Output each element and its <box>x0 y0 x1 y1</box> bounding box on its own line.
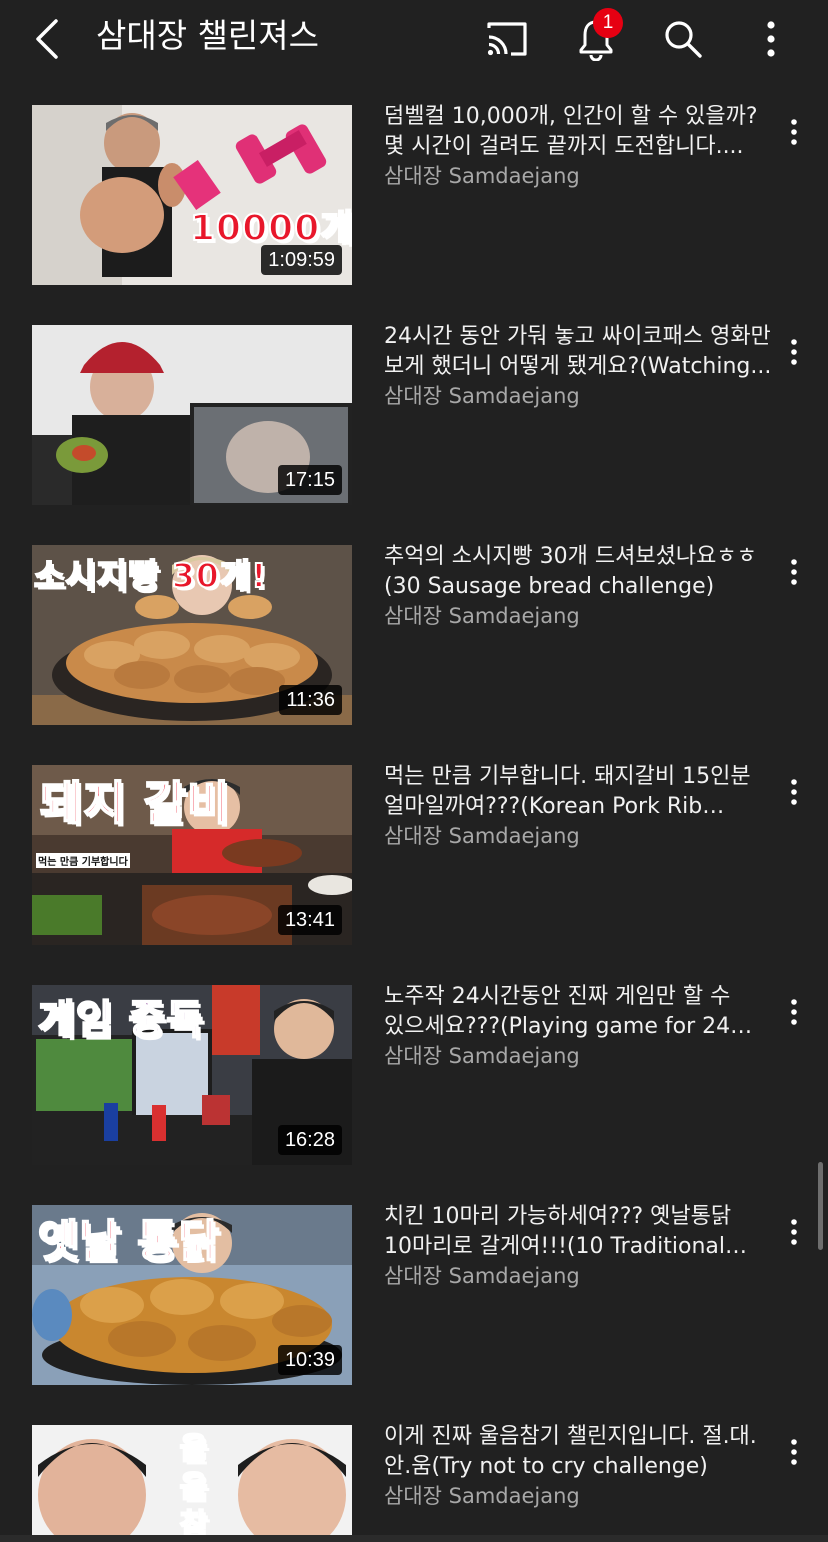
video-title[interactable]: 덤벨컬 10,000개, 인간이 할 수 있을까? 몇 시간이 걸려도 끝까지 … <box>384 102 782 162</box>
video-duration: 16:28 <box>277 1125 342 1155</box>
cast-icon <box>487 22 527 56</box>
thumbnail-text: 소시지빵 30개! <box>33 555 268 596</box>
thumbnail-text: 게임 중독 <box>37 996 205 1044</box>
more-vertical-icon <box>791 559 797 585</box>
video-title[interactable]: 추억의 소시지빵 30개 드셔보셨나요ㅎㅎ (30 Sausage bread … <box>384 542 782 602</box>
more-vertical-icon <box>791 1439 797 1465</box>
more-options-button[interactable] <box>744 12 798 66</box>
channel-name[interactable]: 삼대장 Samdaejang <box>384 602 782 630</box>
channel-name[interactable]: 삼대장 Samdaejang <box>384 1042 782 1070</box>
video-duration: 17:15 <box>277 465 342 495</box>
video-item[interactable]: 옛날 통닭 10:39 치킨 10마리 가능하세여??? 옛날통닭 10마리로 … <box>0 1178 828 1398</box>
video-menu-button[interactable] <box>778 332 810 372</box>
search-icon <box>665 21 702 58</box>
video-title[interactable]: 치킨 10마리 가능하세여??? 옛날통닭 10마리로 갈게여!!!(10 Tr… <box>384 1202 782 1262</box>
video-meta: 덤벨컬 10,000개, 인간이 할 수 있을까? 몇 시간이 걸려도 끝까지 … <box>384 102 782 190</box>
more-vertical-icon <box>791 119 797 145</box>
video-meta: 추억의 소시지빵 30개 드셔보셨나요ㅎㅎ (30 Sausage bread … <box>384 542 782 630</box>
video-title[interactable]: 24시간 동안 가둬 놓고 싸이코패스 영화만 보게 했더니 어떻게 됐게요?(… <box>384 322 782 382</box>
page-title: 삼대장 챌린져스 <box>96 16 320 55</box>
search-button[interactable] <box>656 12 710 66</box>
video-meta: 노주작 24시간동안 진짜 게임만 할 수 있으세요???(Playing ga… <box>384 982 782 1070</box>
more-vertical-icon <box>791 1219 797 1245</box>
video-duration: 13:41 <box>277 905 342 935</box>
video-thumbnail[interactable]: 17:15 <box>32 325 352 505</box>
video-title[interactable]: 노주작 24시간동안 진짜 게임만 할 수 있으세요???(Playing ga… <box>384 982 782 1042</box>
video-item[interactable]: 10000개 1:09:59 덤벨컬 10,000개, 인간이 할 수 있을까?… <box>0 78 828 298</box>
app-bar: 삼대장 챌린져스 1 <box>0 0 828 78</box>
video-thumbnail[interactable]: 10000개 1:09:59 <box>32 105 352 285</box>
video-meta: 이게 진짜 울음참기 챌린지입니다. 절.대.안.움(Try not to cr… <box>384 1422 782 1510</box>
video-meta: 치킨 10마리 가능하세여??? 옛날통닭 10마리로 갈게여!!!(10 Tr… <box>384 1202 782 1290</box>
video-item[interactable]: 울 음 참 이게 진짜 울음참기 챌린지입니다. 절.대.안.움(Try not… <box>0 1398 828 1542</box>
video-meta: 먹는 만큼 기부합니다. 돼지갈비 15인분 얼마일까여???(Korean P… <box>384 762 782 850</box>
video-menu-button[interactable] <box>778 552 810 592</box>
back-arrow-icon <box>36 19 58 59</box>
scrollbar[interactable] <box>818 1162 823 1250</box>
more-vertical-icon <box>791 779 797 805</box>
video-list: 10000개 1:09:59 덤벨컬 10,000개, 인간이 할 수 있을까?… <box>0 78 828 1542</box>
video-menu-button[interactable] <box>778 992 810 1032</box>
thumbnail-text: 울 음 참 <box>179 1431 209 1542</box>
channel-name[interactable]: 삼대장 Samdaejang <box>384 1482 782 1510</box>
channel-name[interactable]: 삼대장 Samdaejang <box>384 1262 782 1290</box>
video-menu-button[interactable] <box>778 772 810 812</box>
video-duration: 11:36 <box>279 685 342 715</box>
notification-badge: 1 <box>593 8 623 38</box>
video-thumbnail[interactable]: 울 음 참 <box>32 1425 352 1542</box>
channel-name[interactable]: 삼대장 Samdaejang <box>384 162 782 190</box>
thumbnail-subtext: 먹는 만큼 기부합니다 <box>36 853 130 868</box>
video-title[interactable]: 먹는 만큼 기부합니다. 돼지갈비 15인분 얼마일까여???(Korean P… <box>384 762 782 822</box>
back-button[interactable] <box>20 12 74 66</box>
more-vertical-icon <box>791 339 797 365</box>
video-thumbnail[interactable]: 돼지 갈비 먹는 만큼 기부합니다 13:41 <box>32 765 352 945</box>
cast-button[interactable] <box>480 12 534 66</box>
video-item[interactable]: 돼지 갈비 먹는 만큼 기부합니다 13:41 먹는 만큼 기부합니다. 돼지갈… <box>0 738 828 958</box>
video-duration: 1:09:59 <box>261 245 342 275</box>
thumbnail-text: 돼지 갈비 <box>39 775 231 831</box>
bottom-divider <box>0 1535 828 1542</box>
video-thumbnail[interactable]: 소시지빵 30개! 11:36 <box>32 545 352 725</box>
thumbnail-text: 10000개 <box>189 207 352 250</box>
video-menu-button[interactable] <box>778 1432 810 1472</box>
video-meta: 24시간 동안 가둬 놓고 싸이코패스 영화만 보게 했더니 어떻게 됐게요?(… <box>384 322 782 410</box>
video-thumbnail[interactable]: 게임 중독 16:28 <box>32 985 352 1165</box>
video-item[interactable]: 17:15 24시간 동안 가둬 놓고 싸이코패스 영화만 보게 했더니 어떻게… <box>0 298 828 518</box>
video-item[interactable]: 소시지빵 30개! 11:36 추억의 소시지빵 30개 드셔보셨나요ㅎㅎ (3… <box>0 518 828 738</box>
video-title[interactable]: 이게 진짜 울음참기 챌린지입니다. 절.대.안.움(Try not to cr… <box>384 1422 782 1482</box>
video-menu-button[interactable] <box>778 112 810 152</box>
video-menu-button[interactable] <box>778 1212 810 1252</box>
channel-name[interactable]: 삼대장 Samdaejang <box>384 382 782 410</box>
video-duration: 10:39 <box>277 1345 342 1375</box>
more-vertical-icon <box>791 999 797 1025</box>
video-thumbnail[interactable]: 옛날 통닭 10:39 <box>32 1205 352 1385</box>
video-item[interactable]: 게임 중독 16:28 노주작 24시간동안 진짜 게임만 할 수 있으세요??… <box>0 958 828 1178</box>
thumbnail-text: 옛날 통닭 <box>37 1215 221 1268</box>
channel-name[interactable]: 삼대장 Samdaejang <box>384 822 782 850</box>
more-vertical-icon <box>767 21 775 57</box>
